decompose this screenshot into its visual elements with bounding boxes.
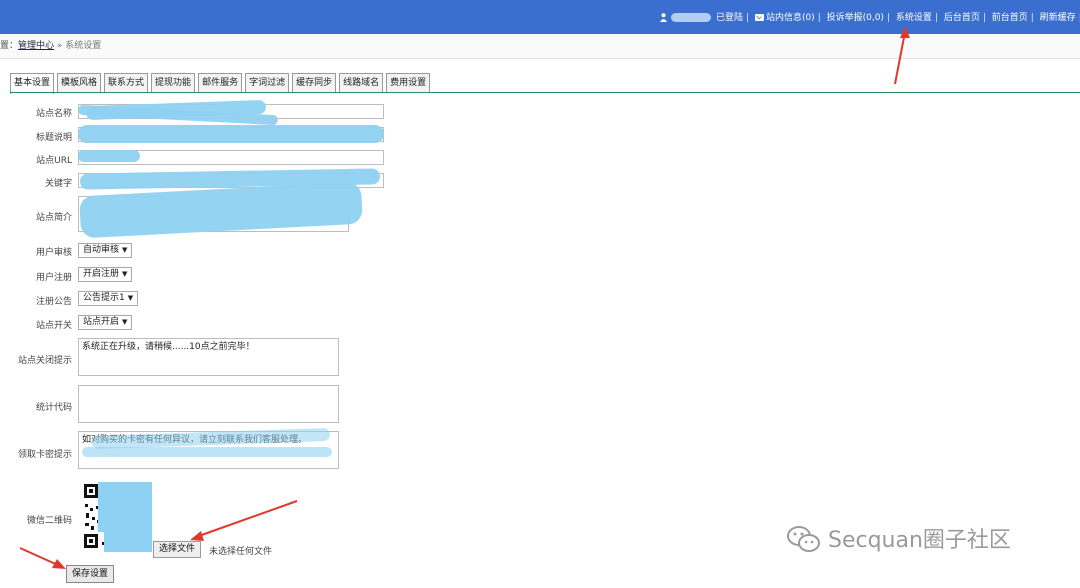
qr-code-icon [82, 482, 152, 552]
user-review-select[interactable]: 自动审核 ▼ [78, 243, 133, 258]
user-review-label: 用户审核 [35, 248, 72, 258]
messages-link[interactable]: 站内信息(0) [766, 13, 815, 23]
keywords-label: 关键字 [44, 179, 72, 189]
logged-in-text: 已登陆 [716, 13, 744, 23]
username-redacted [671, 13, 711, 22]
breadcrumb-prefix: 置： [0, 41, 19, 51]
title-desc-label: 标题说明 [35, 133, 72, 143]
stats-code-label: 统计代码 [35, 403, 72, 413]
wechat-logo-icon [787, 526, 820, 552]
site-switch-select[interactable]: 站点开启 ▼ [78, 315, 133, 330]
top-links: 已登陆 | 站内信息(0) | 投诉举报(0,0) | 系统设置 | 后台首页 | 前台首… [660, 12, 1080, 24]
breadcrumb-separator: » [56, 41, 63, 51]
watermark-text: Secquan圈子社区 [828, 528, 1011, 553]
top-bar: 已登陆 | 站内信息(0) | 投诉举报(0,0) | 系统设置 | 后台首页 | 前台首… [0, 0, 1080, 34]
tab-template[interactable]: 模板风格 [57, 73, 102, 93]
breadcrumb-current: 系统设置 [65, 41, 102, 51]
wechat-qr-label: 微信二维码 [26, 516, 72, 526]
dropdown-arrow-icon: ▼ [127, 294, 134, 302]
dropdown-arrow-icon: ▼ [122, 318, 128, 326]
redaction [82, 447, 332, 457]
tab-fees[interactable]: 费用设置 [386, 73, 431, 93]
tab-email[interactable]: 邮件服务 [198, 73, 243, 93]
tab-divider [10, 92, 1080, 93]
tab-cache-sync[interactable]: 缓存同步 [292, 73, 337, 93]
tab-withdraw[interactable]: 提现功能 [151, 73, 196, 93]
mail-icon [754, 14, 764, 21]
register-notice-value: 公告提示1 [83, 293, 125, 303]
user-register-label: 用户注册 [35, 273, 72, 283]
site-url-label: 站点URL [36, 156, 72, 166]
system-settings-link[interactable]: 系统设置 [896, 13, 932, 23]
user-register-value: 开启注册 [83, 269, 120, 279]
tab-basic[interactable]: 基本设置 [10, 73, 55, 94]
site-name-label: 站点名称 [35, 109, 72, 119]
breadcrumb-admin-center[interactable]: 管理中心 [18, 41, 54, 51]
register-notice-select[interactable]: 公告提示1 ▼ [78, 291, 139, 306]
site-switch-value: 站点开启 [83, 317, 120, 327]
front-home-link[interactable]: 前台首页 [992, 13, 1028, 23]
card-notice-label: 领取卡密提示 [17, 450, 72, 460]
user-review-value: 自动审核 [83, 245, 120, 255]
file-status-text: 未选择任何文件 [209, 547, 273, 557]
redaction [78, 125, 384, 143]
user-register-select[interactable]: 开启注册 ▼ [78, 267, 133, 282]
refresh-cache-link[interactable]: 刷新缓存 [1040, 13, 1076, 23]
save-settings-button[interactable]: 保存设置 [66, 565, 115, 583]
reports-link[interactable]: 投诉举报(0,0) [827, 13, 884, 23]
close-notice-label: 站点关闭提示 [17, 356, 72, 366]
tab-contact[interactable]: 联系方式 [104, 73, 149, 93]
register-notice-label: 注册公告 [35, 297, 72, 307]
site-switch-label: 站点开关 [35, 321, 72, 331]
dropdown-arrow-icon: ▼ [122, 246, 128, 254]
dropdown-arrow-icon: ▼ [122, 270, 128, 278]
admin-home-link[interactable]: 后台首页 [944, 13, 980, 23]
close-notice-textarea[interactable]: 系统正在升级，请稍候......10点之前完毕！ [78, 338, 339, 376]
stats-code-textarea[interactable] [78, 385, 339, 423]
tab-route-domain[interactable]: 线路域名 [339, 73, 384, 93]
user-icon [660, 13, 667, 22]
settings-tabs: 基本设置 模板风格 联系方式 提现功能 邮件服务 字词过滤 缓存同步 线路域名 … [10, 73, 431, 94]
site-intro-label: 站点简介 [35, 213, 72, 223]
wechat-qr-image [82, 482, 152, 552]
tab-word-filter[interactable]: 字词过滤 [245, 73, 290, 93]
breadcrumb: 置：管理中心 » 系统设置 [0, 34, 1080, 59]
redaction [78, 150, 140, 162]
choose-file-button[interactable]: 选择文件 [153, 541, 202, 558]
